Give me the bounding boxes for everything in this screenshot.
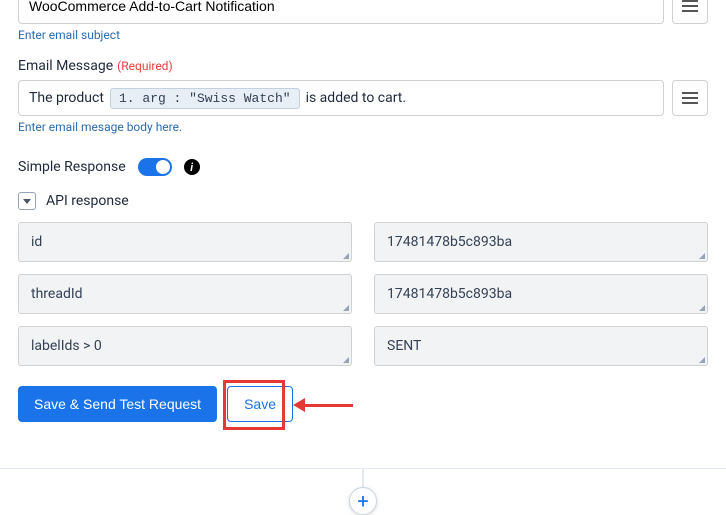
annotation-arrow [293, 398, 353, 412]
add-step-button[interactable]: + [349, 487, 377, 515]
simple-response-toggle[interactable] [138, 158, 172, 176]
message-suffix: is added to cart. [306, 90, 407, 106]
api-val-cell[interactable]: SENT [374, 326, 708, 366]
chevron-down-icon [23, 199, 31, 204]
save-button[interactable]: Save [227, 386, 293, 422]
hamburger-icon [682, 0, 698, 12]
message-variable-tag[interactable]: 1. arg : "Swiss Watch" [110, 88, 300, 109]
simple-response-label: Simple Response [18, 159, 126, 175]
api-key-cell[interactable]: id [18, 222, 352, 262]
info-icon[interactable]: i [184, 159, 200, 175]
email-subject-input[interactable] [18, 0, 664, 24]
email-message-input[interactable]: The product 1. arg : "Swiss Watch" is ad… [18, 80, 664, 116]
api-val-cell[interactable]: 17481478b5c893ba [374, 274, 708, 314]
section-divider: + [0, 468, 726, 469]
save-send-test-button[interactable]: Save & Send Test Request [18, 386, 217, 422]
drag-handle[interactable] [672, 0, 708, 24]
api-key-cell[interactable]: threadId [18, 274, 352, 314]
drag-handle[interactable] [672, 80, 708, 116]
hamburger-icon [682, 92, 698, 104]
required-badge: (Required) [117, 59, 172, 73]
api-key-cell[interactable]: labelIds > 0 [18, 326, 352, 366]
email-message-label: Email Message [18, 58, 113, 74]
message-helper: Enter email mesage body here. [18, 120, 708, 134]
message-prefix: The product [29, 90, 104, 106]
subject-helper: Enter email subject [18, 28, 708, 42]
api-val-cell[interactable]: 17481478b5c893ba [374, 222, 708, 262]
api-response-label: API response [46, 193, 129, 209]
collapse-toggle[interactable] [18, 192, 36, 210]
